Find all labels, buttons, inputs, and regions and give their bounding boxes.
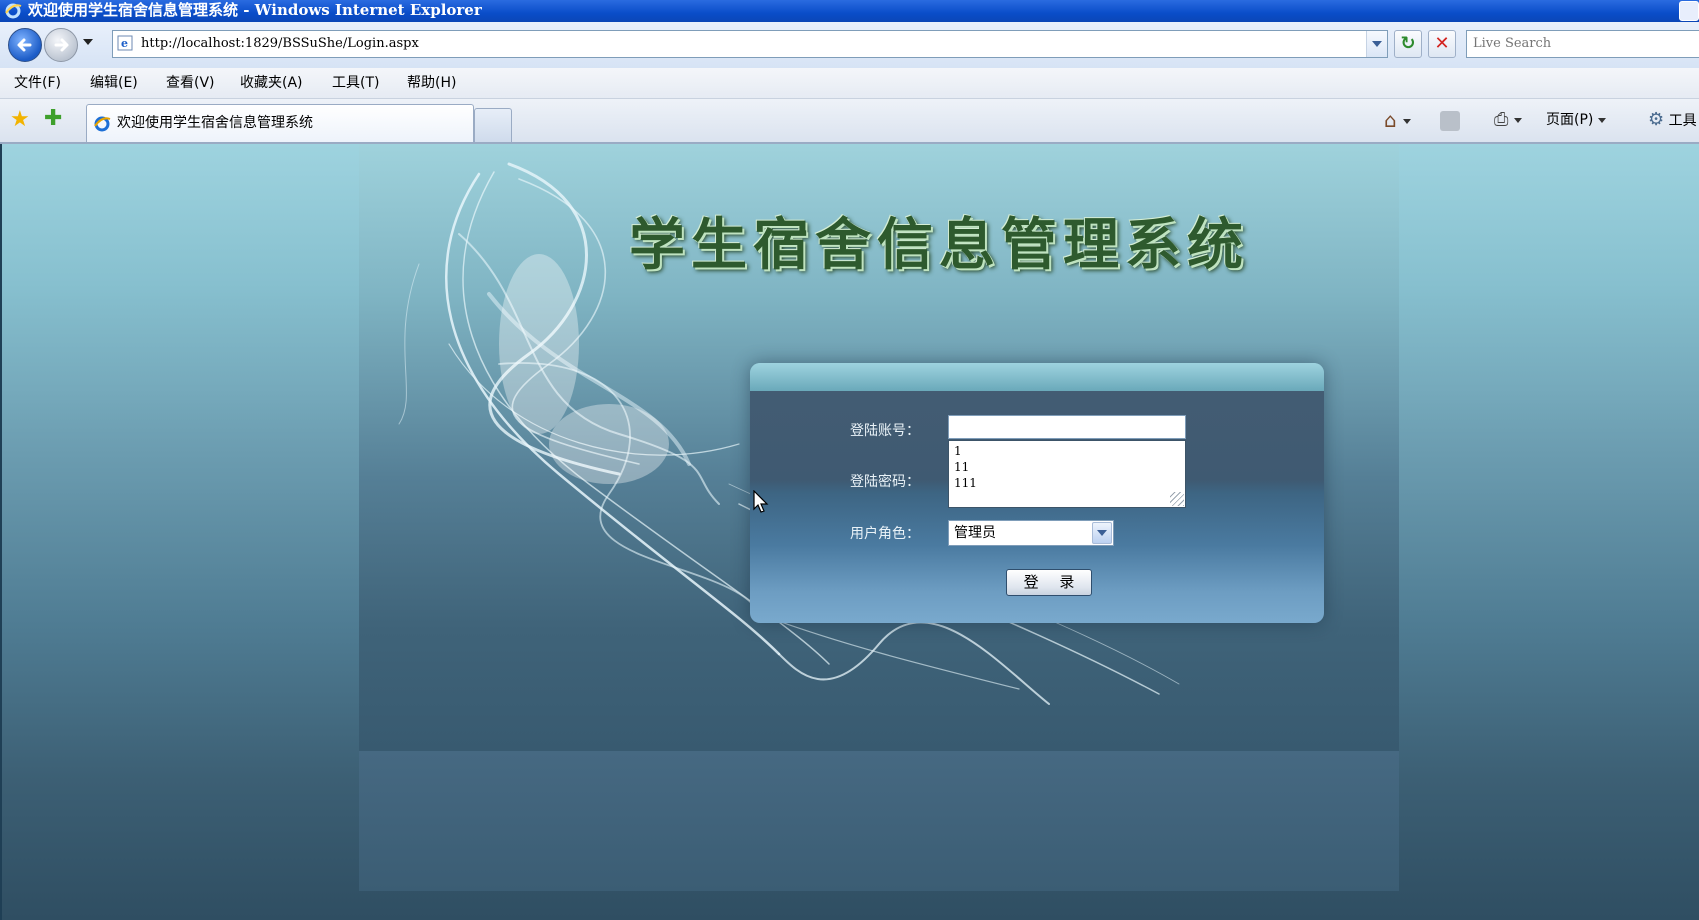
menu-edit[interactable]: 编辑(E) <box>90 68 138 98</box>
menu-favorites[interactable]: 收藏夹(A) <box>240 68 303 98</box>
address-toolbar: e http://localhost:1829/BSSuShe/Login.as… <box>0 22 1699 69</box>
refresh-icon: ↻ <box>1400 33 1416 54</box>
login-panel: 登陆账号： 登陆密码： 用户角色： 1 11 111 管理员 登 录 <box>750 363 1324 623</box>
autocomplete-item[interactable]: 111 <box>954 475 1180 491</box>
login-stage: 学生宿舍信息管理系统 登陆账号： 登陆密码： 用户角色： 1 11 111 管理… <box>359 144 1399 751</box>
address-bar[interactable]: e http://localhost:1829/BSSuShe/Login.as… <box>112 30 1388 58</box>
favorites-star-icon[interactable]: ★ <box>10 109 30 131</box>
home-dropdown-icon[interactable] <box>1403 119 1412 124</box>
window-title: 欢迎使用学生宿舍信息管理系统 - Windows Internet Explor… <box>28 1 482 19</box>
tab-label: 欢迎使用学生宿舍信息管理系统 <box>117 115 313 131</box>
print-icon[interactable]: ⎙ <box>1494 107 1523 133</box>
resize-grip-icon[interactable] <box>1170 492 1184 506</box>
back-arrow-icon <box>17 38 32 52</box>
page-menu-button[interactable]: 页面(P) <box>1546 107 1606 133</box>
account-input[interactable] <box>948 415 1186 439</box>
menu-tools[interactable]: 工具(T) <box>332 68 379 98</box>
mouse-cursor-icon <box>753 490 769 513</box>
search-box[interactable] <box>1466 30 1699 58</box>
menu-help[interactable]: 帮助(H) <box>407 68 456 98</box>
autocomplete-item[interactable]: 11 <box>954 459 1180 475</box>
account-label: 登陆账号： <box>850 423 920 439</box>
tools-menu-label: 工具 <box>1668 113 1697 129</box>
url-text[interactable]: http://localhost:1829/BSSuShe/Login.aspx <box>141 31 419 57</box>
page-menu-label: 页面(P) <box>1546 112 1594 128</box>
login-button[interactable]: 登 录 <box>1006 569 1092 596</box>
new-tab-button[interactable] <box>474 108 512 142</box>
menu-bar: 文件(F) 编辑(E) 查看(V) 收藏夹(A) 工具(T) 帮助(H) <box>0 68 1699 99</box>
page-ie-icon: e <box>117 35 133 51</box>
system-title: 学生宿舍信息管理系统 <box>629 212 1249 278</box>
refresh-button[interactable]: ↻ <box>1394 30 1422 58</box>
ie-logo-icon <box>5 3 22 19</box>
back-button[interactable] <box>8 28 42 62</box>
gear-icon: ⚙ <box>1648 109 1665 130</box>
menu-file[interactable]: 文件(F) <box>14 68 61 98</box>
tools-menu-button[interactable]: ⚙ 工具 <box>1648 107 1697 133</box>
role-select[interactable]: 管理员 <box>948 520 1114 546</box>
search-input[interactable] <box>1467 31 1699 55</box>
address-dropdown-button[interactable] <box>1366 31 1387 57</box>
print-dropdown-icon[interactable] <box>1514 117 1523 123</box>
forward-arrow-icon <box>54 38 69 52</box>
page-content: 学生宿舍信息管理系统 登陆账号： 登陆密码： 用户角色： 1 11 111 管理… <box>2 144 1699 920</box>
stage-footer <box>359 751 1399 891</box>
chevron-down-icon[interactable] <box>1092 522 1112 544</box>
stop-button[interactable]: ✕ <box>1428 30 1456 58</box>
page-dropdown-icon <box>1597 117 1606 123</box>
role-selected-value: 管理员 <box>954 525 996 541</box>
login-panel-header <box>750 363 1324 391</box>
role-label: 用户角色： <box>850 526 920 542</box>
window-titlebar: 欢迎使用学生宿舍信息管理系统 - Windows Internet Explor… <box>0 0 1699 22</box>
forward-button[interactable] <box>44 28 78 62</box>
menu-view[interactable]: 查看(V) <box>166 68 215 98</box>
tab-bar: ★ ✚ 欢迎使用学生宿舍信息管理系统 ⌂ ⎙ 页面(P) ⚙ 工具 <box>0 99 1699 144</box>
password-label: 登陆密码： <box>850 474 920 490</box>
tab-ie-icon <box>94 116 111 132</box>
home-icon[interactable]: ⌂ <box>1384 107 1412 133</box>
window-control-button[interactable] <box>1679 1 1699 21</box>
tab-login[interactable]: 欢迎使用学生宿舍信息管理系统 <box>86 104 474 142</box>
add-favorites-icon[interactable]: ✚ <box>44 108 62 130</box>
stop-icon: ✕ <box>1434 33 1450 54</box>
svg-text:e: e <box>121 37 128 50</box>
autocomplete-dropdown[interactable]: 1 11 111 <box>948 440 1186 508</box>
autocomplete-item[interactable]: 1 <box>954 443 1180 459</box>
feed-icon[interactable] <box>1440 111 1460 131</box>
history-dropdown-button[interactable] <box>83 39 93 45</box>
